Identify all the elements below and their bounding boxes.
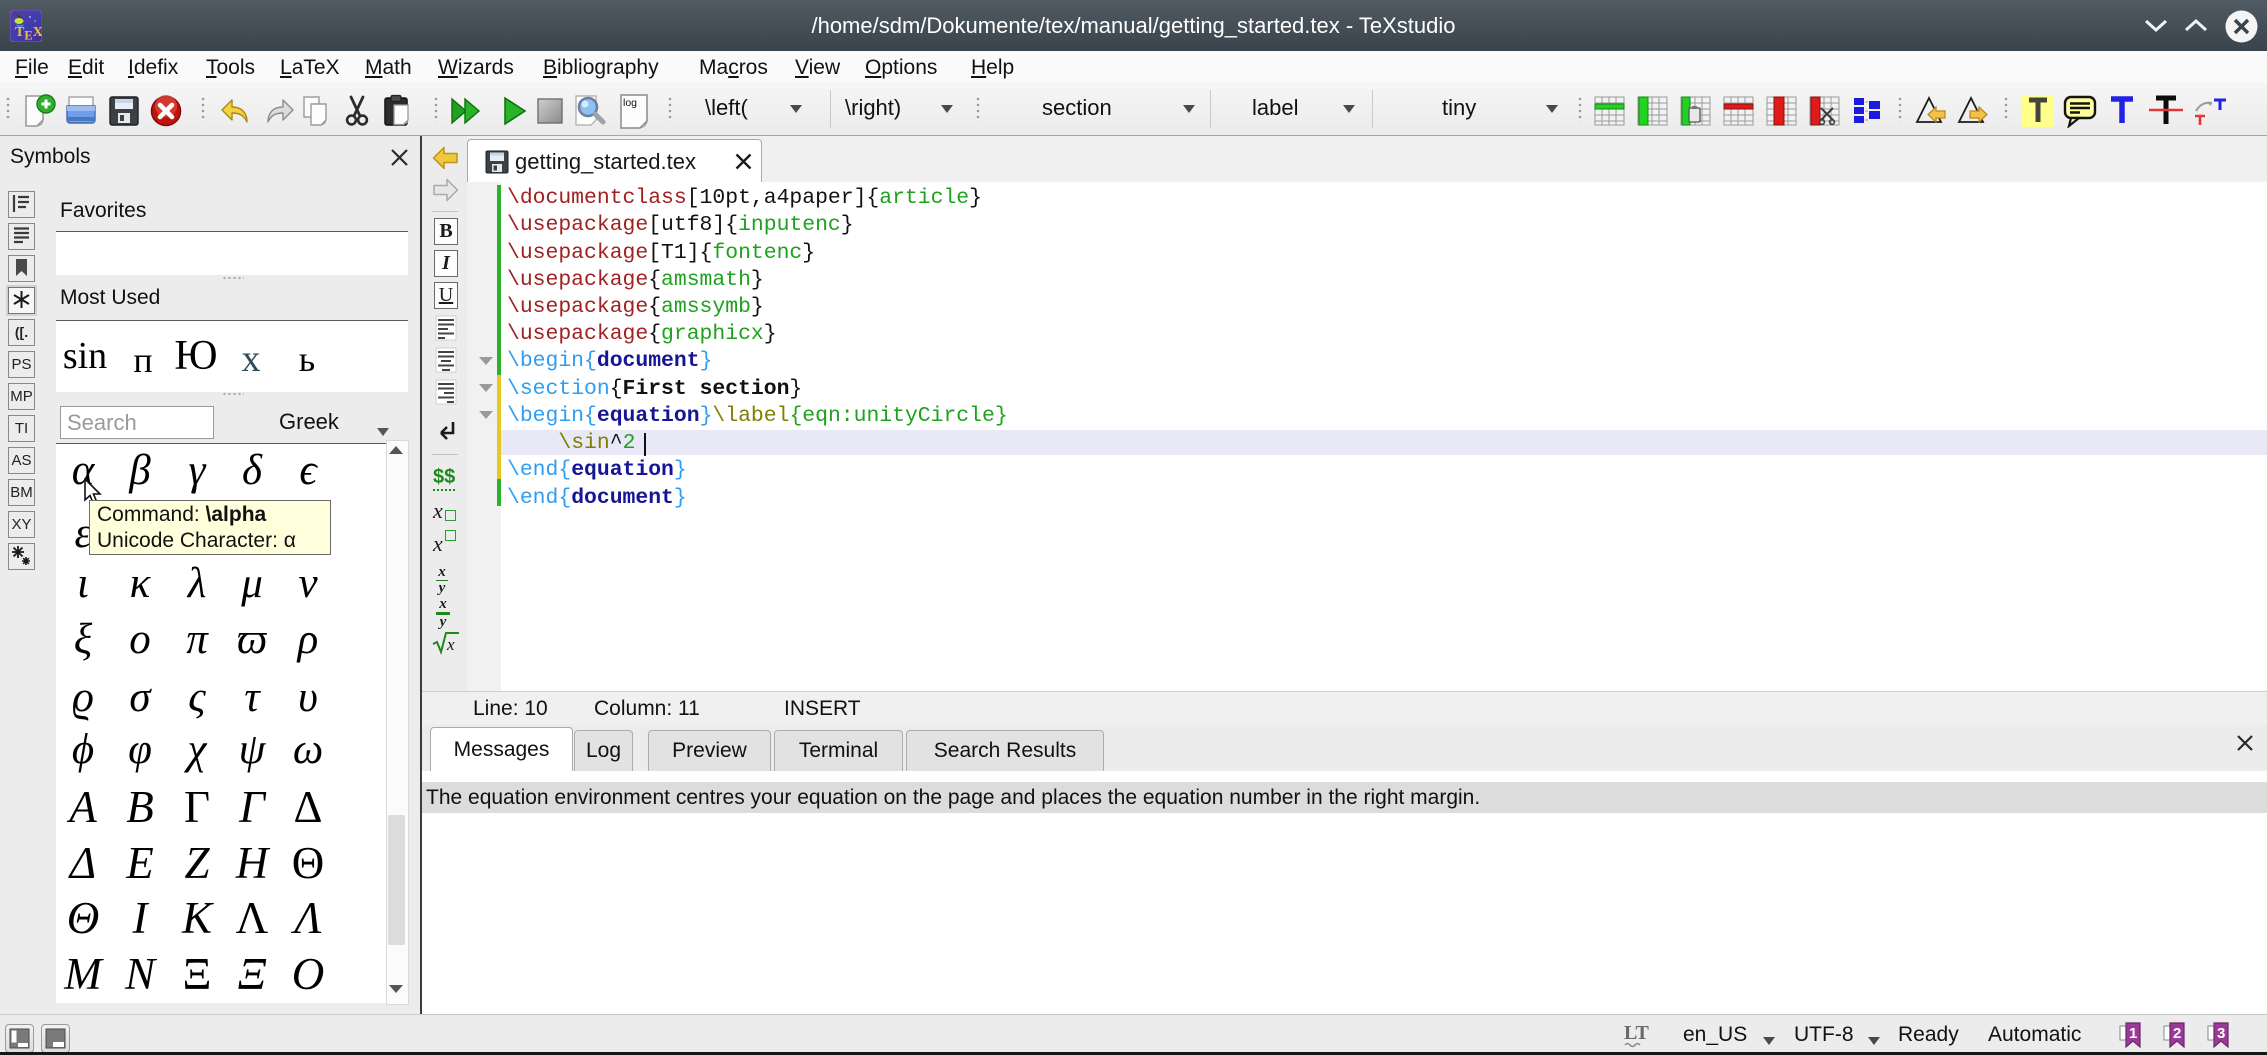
svg-text:3: 3 [2217, 1025, 2225, 1042]
svg-text:1: 1 [2129, 1025, 2137, 1042]
svg-text:x: x [446, 635, 455, 654]
svg-text:LT: LT [1624, 1022, 1650, 1044]
svg-text:2: 2 [2173, 1025, 2181, 1042]
svg-text:log: log [623, 97, 637, 109]
